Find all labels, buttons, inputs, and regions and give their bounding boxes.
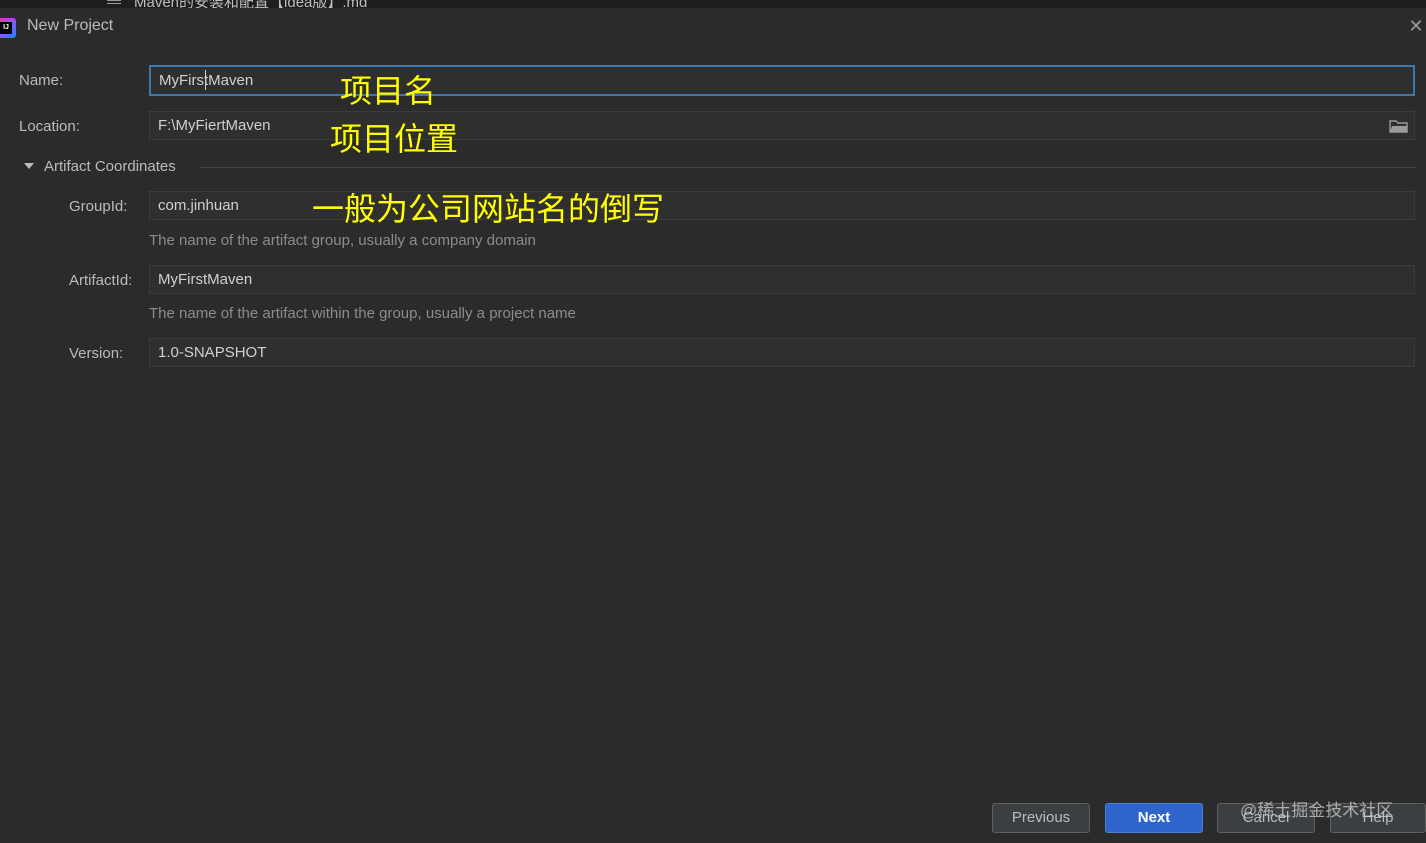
artifactid-field[interactable] (149, 265, 1415, 294)
artifactid-label: ArtifactId: (69, 272, 133, 289)
watermark: @稀土掘金技术社区 (1240, 801, 1394, 820)
groupid-annotation: 一般为公司网站名的倒写 (312, 190, 665, 228)
background-window-strip: Maven的安装和配置【idea版】.md (0, 0, 1426, 8)
artifact-coordinates-label[interactable]: Artifact Coordinates (44, 158, 176, 175)
folder-icon[interactable] (1389, 118, 1409, 134)
intellij-idea-icon: IJ (0, 18, 16, 38)
name-annotation: 项目名 (340, 72, 437, 110)
previous-button[interactable]: Previous (992, 803, 1090, 833)
groupid-label: GroupId: (69, 198, 128, 215)
text-cursor (205, 70, 206, 90)
groupid-hint: The name of the artifact group, usually … (149, 232, 536, 249)
menu-icon (107, 0, 121, 4)
location-annotation: 项目位置 (330, 120, 459, 158)
section-divider (199, 167, 1416, 168)
close-icon[interactable]: ✕ (1406, 16, 1426, 36)
artifactid-hint: The name of the artifact within the grou… (149, 305, 576, 322)
background-window-title: Maven的安装和配置【idea版】.md (134, 0, 367, 8)
dialog-title: New Project (27, 17, 114, 34)
version-label: Version: (69, 345, 124, 362)
previous-button-label: Previous (1011, 809, 1071, 826)
location-label: Location: (19, 118, 80, 135)
dialog-titlebar: IJ New Project ✕ (0, 8, 1426, 46)
name-field[interactable] (149, 65, 1415, 96)
version-field[interactable] (149, 338, 1415, 367)
next-button[interactable]: Next (1105, 803, 1203, 833)
name-label: Name: (19, 72, 64, 89)
triangle-down-icon[interactable] (22, 158, 36, 174)
next-button-label: Next (1137, 809, 1171, 826)
